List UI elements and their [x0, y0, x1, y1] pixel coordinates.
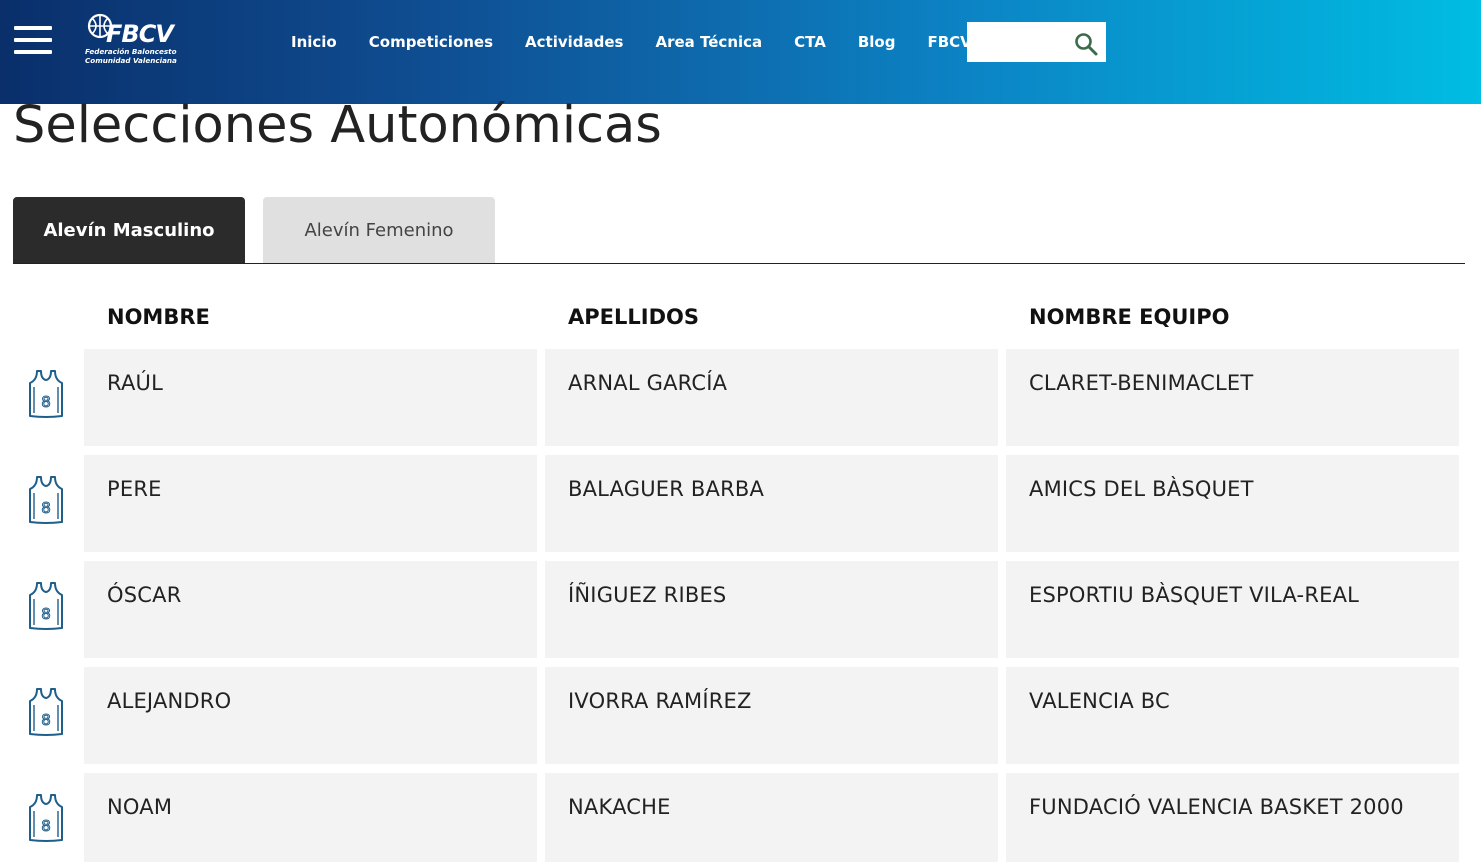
table-row: 8 ÓSCAR ÍÑIGUEZ RIBES ESPORTIU BÀSQUET V…: [0, 561, 1481, 658]
cell-equipo: ESPORTIU BÀSQUET VILA-REAL: [1006, 561, 1459, 658]
tab-alevin-masculino[interactable]: Alevín Masculino: [13, 197, 245, 263]
column-header-nombre: NOMBRE: [107, 305, 210, 329]
svg-text:8: 8: [41, 605, 51, 623]
cell-nombre: RAÚL: [84, 349, 537, 446]
svg-text:8: 8: [41, 393, 51, 411]
svg-text:8: 8: [41, 711, 51, 729]
search-icon[interactable]: [1074, 32, 1098, 56]
nav-competiciones[interactable]: Competiciones: [369, 33, 493, 51]
table-row: 8 RAÚL ARNAL GARCÍA CLARET-BENIMACLET: [0, 349, 1481, 446]
nav-cta[interactable]: CTA: [794, 33, 826, 51]
hamburger-menu-icon[interactable]: [14, 26, 52, 54]
cell-apellidos: ARNAL GARCÍA: [545, 349, 998, 446]
nav-inicio[interactable]: Inicio: [291, 33, 337, 51]
cell-apellidos: ÍÑIGUEZ RIBES: [545, 561, 998, 658]
tab-alevin-femenino[interactable]: Alevín Femenino: [263, 197, 495, 263]
main-nav: Inicio Competiciones Actividades Area Té…: [275, 33, 1004, 51]
cell-equipo: VALENCIA BC: [1006, 667, 1459, 764]
logo-subtitle-line2: Comunidad Valenciana: [85, 56, 177, 65]
search-box: [967, 22, 1106, 62]
nav-area-tecnica[interactable]: Area Técnica: [655, 33, 762, 51]
nav-blog[interactable]: Blog: [858, 33, 896, 51]
cell-nombre: NOAM: [84, 773, 537, 862]
table-row: 8 NOAM NAKACHE FUNDACIÓ VALENCIA BASKET …: [0, 773, 1481, 862]
logo-subtitle: Federación Baloncesto Comunidad Valencia…: [85, 47, 177, 65]
table-row: 8 PERE BALAGUER BARBA AMICS DEL BÀSQUET: [0, 455, 1481, 552]
page-title: Selecciones Autonómicas: [13, 96, 662, 155]
nav-fbcv[interactable]: FBCV: [927, 33, 971, 51]
search-input[interactable]: [967, 22, 1083, 62]
jersey-icon: 8: [29, 794, 63, 842]
svg-text:8: 8: [41, 499, 51, 517]
cell-apellidos: IVORRA RAMÍREZ: [545, 667, 998, 764]
jersey-icon: 8: [29, 688, 63, 736]
jersey-icon: 8: [29, 582, 63, 630]
cell-nombre: ALEJANDRO: [84, 667, 537, 764]
category-tabs: Alevín Masculino Alevín Femenino: [13, 197, 1465, 264]
table-row: 8 ALEJANDRO IVORRA RAMÍREZ VALENCIA BC: [0, 667, 1481, 764]
logo-subtitle-line1: Federación Baloncesto: [85, 47, 177, 56]
cell-equipo: CLARET-BENIMACLET: [1006, 349, 1459, 446]
logo-wordmark: FBCV: [106, 20, 174, 48]
nav-actividades[interactable]: Actividades: [525, 33, 623, 51]
column-header-nombre-equipo: NOMBRE EQUIPO: [1029, 305, 1230, 329]
svg-text:8: 8: [41, 817, 51, 835]
cell-equipo: FUNDACIÓ VALENCIA BASKET 2000: [1006, 773, 1459, 862]
cell-apellidos: BALAGUER BARBA: [545, 455, 998, 552]
site-header: FBCV Federación Baloncesto Comunidad Val…: [0, 0, 1481, 104]
jersey-icon: 8: [29, 370, 63, 418]
cell-nombre: PERE: [84, 455, 537, 552]
cell-apellidos: NAKACHE: [545, 773, 998, 862]
cell-nombre: ÓSCAR: [84, 561, 537, 658]
cell-equipo: AMICS DEL BÀSQUET: [1006, 455, 1459, 552]
column-header-apellidos: APELLIDOS: [568, 305, 699, 329]
fbcv-logo[interactable]: FBCV Federación Baloncesto Comunidad Val…: [80, 12, 192, 70]
jersey-icon: 8: [29, 476, 63, 524]
